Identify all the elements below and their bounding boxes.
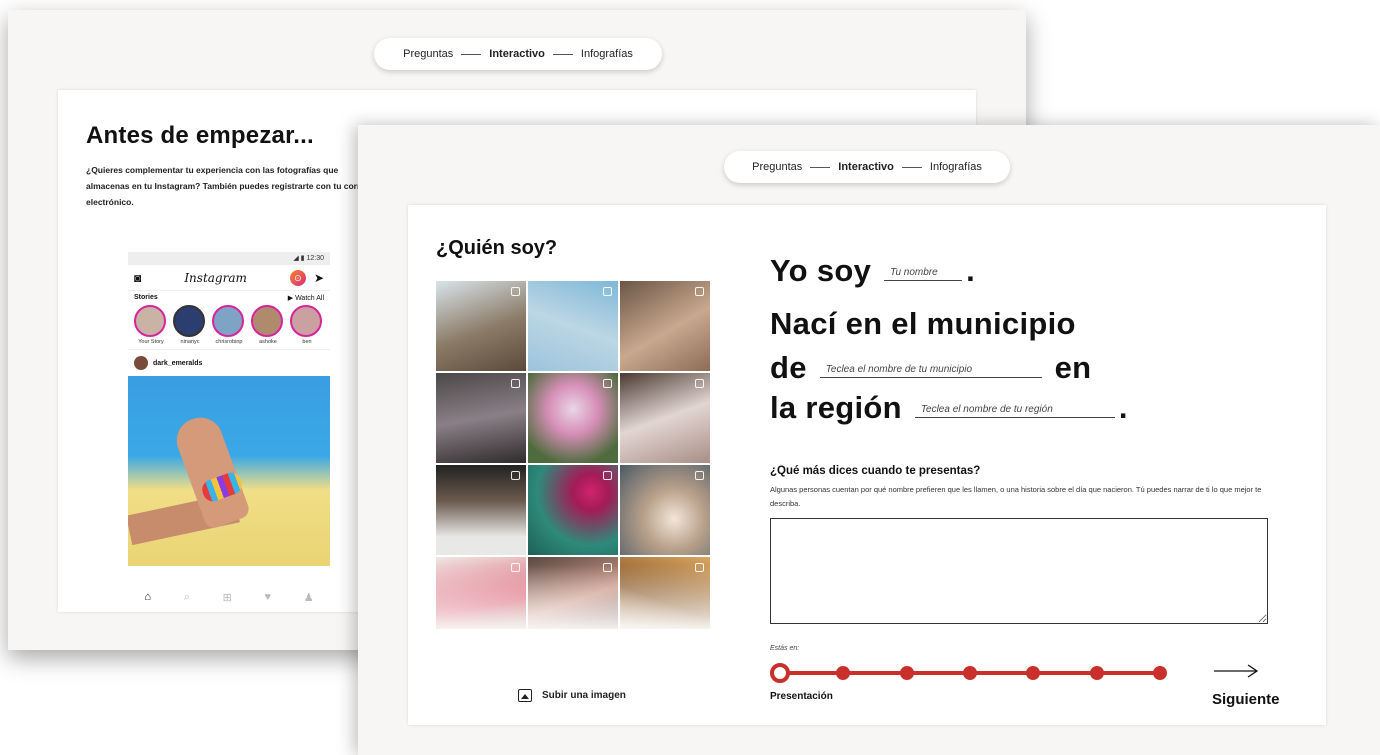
- igtv-icon: ⊙: [289, 269, 306, 286]
- progress-tracker: [770, 663, 1170, 683]
- photo-tile[interactable]: [436, 373, 526, 463]
- photo-tile[interactable]: [528, 465, 618, 555]
- progress-step[interactable]: [836, 666, 850, 680]
- nav-separator: [552, 53, 573, 55]
- instagram-header: ◙ Instagram ⊙ ➤: [128, 265, 330, 291]
- current-step-label: Presentación: [770, 691, 833, 702]
- image-icon: [518, 689, 532, 702]
- quien-soy-card: ¿Quién soy? Subir una imagen Yo soy Tu n…: [408, 205, 1326, 725]
- nav-separator: [461, 53, 482, 55]
- add-icon: ⊞: [222, 591, 232, 604]
- story-avatar: [212, 305, 244, 337]
- nav-preguntas[interactable]: Preguntas: [752, 161, 802, 173]
- grid-fade-overlay: [436, 565, 710, 635]
- text-de: de: [770, 350, 807, 385]
- instagram-logo: Instagram: [184, 270, 247, 285]
- progress-step-current[interactable]: [770, 663, 790, 683]
- home-icon: ⌂: [144, 591, 151, 603]
- municipio-input[interactable]: Teclea el nombre de tu municipio: [819, 364, 1042, 378]
- story-name: Your Story: [138, 339, 164, 345]
- foreground-window: Preguntas Interactivo Infografías ¿Quién…: [358, 125, 1380, 755]
- text-yo-soy: Yo soy: [770, 253, 872, 288]
- sentence-line-municipio: de Teclea el nombre de tu municipio en: [770, 348, 1091, 388]
- direct-message-icon: ➤: [313, 270, 324, 285]
- photo-tile[interactable]: [620, 465, 710, 555]
- page-title: Antes de empezar...: [86, 122, 314, 149]
- text-en: en: [1054, 350, 1092, 385]
- profile-icon: ♟: [303, 591, 314, 604]
- status-time: 12:30: [306, 255, 324, 262]
- story-item: Your Story: [134, 305, 168, 345]
- nav-interactivo[interactable]: Interactivo: [838, 161, 894, 173]
- photo-tile[interactable]: [620, 373, 710, 463]
- upload-label: Subir una imagen: [542, 690, 626, 701]
- story-avatar: [134, 305, 166, 337]
- story-item: chrisrobinp: [212, 305, 246, 345]
- progress-label: Estás en:: [770, 645, 800, 652]
- nav-interactivo[interactable]: Interactivo: [489, 48, 545, 60]
- nav-separator: [810, 166, 831, 168]
- photo-tile[interactable]: [620, 281, 710, 371]
- front-nav-pill: Preguntas Interactivo Infografías: [724, 151, 1010, 183]
- watch-all-link: ▶ Watch All: [287, 295, 324, 302]
- back-nav-pill: Preguntas Interactivo Infografías: [374, 38, 662, 70]
- stories-header: Stories ▶ Watch All: [128, 291, 330, 305]
- stories-row: Your Story ninanyc chrisrobinp ashoke be…: [128, 305, 330, 345]
- instagram-tab-bar: ⌂ ⌕ ⊞ ♥ ♟: [128, 584, 330, 610]
- progress-step[interactable]: [963, 666, 977, 680]
- text-period: .: [1118, 390, 1128, 425]
- search-icon: ⌕: [183, 590, 190, 603]
- arrow-right-icon[interactable]: [1212, 663, 1262, 679]
- next-button[interactable]: Siguiente: [1212, 691, 1280, 708]
- text-period: .: [966, 253, 975, 288]
- question-subtitle: Algunas personas cuentan por qué nombre …: [770, 485, 1262, 508]
- intro-text: ¿Quieres complementar tu experiencia con…: [86, 165, 371, 207]
- nav-infografias[interactable]: Infografías: [581, 48, 633, 60]
- story-name: ninanyc: [180, 339, 200, 345]
- post-header: dark_emeralds: [128, 349, 330, 376]
- progress-step[interactable]: [1026, 666, 1040, 680]
- heart-icon: ♥: [264, 591, 272, 603]
- story-name: ben: [302, 339, 312, 345]
- text-la-region: la región: [770, 390, 902, 425]
- stories-label: Stories: [134, 294, 158, 301]
- photo-tile[interactable]: [436, 281, 526, 371]
- nav-infografias[interactable]: Infografías: [930, 161, 982, 173]
- sentence-line-municipio-intro: Nací en el municipio: [770, 306, 1076, 341]
- upload-image-button[interactable]: Subir una imagen: [518, 689, 626, 702]
- post-username: dark_emeralds: [153, 359, 203, 367]
- camera-icon: ◙: [134, 270, 142, 285]
- nav-preguntas[interactable]: Preguntas: [403, 48, 453, 60]
- region-input[interactable]: Teclea el nombre de tu región: [914, 404, 1115, 418]
- instagram-phone-preview: ◢ ▮ 12:30 ◙ Instagram ⊙ ➤ Stories ▶ Watc…: [128, 252, 330, 610]
- sentence-line-name: Yo soy Tu nombre.: [770, 251, 975, 291]
- story-avatar: [251, 305, 283, 337]
- photo-tile[interactable]: [528, 373, 618, 463]
- progress-step[interactable]: [1090, 666, 1104, 680]
- name-input[interactable]: Tu nombre: [884, 267, 963, 281]
- story-item: ashoke: [251, 305, 285, 345]
- post-image: [128, 376, 330, 566]
- photo-tile[interactable]: [436, 465, 526, 555]
- presentation-textarea[interactable]: [770, 518, 1268, 624]
- photo-tile[interactable]: [528, 281, 618, 371]
- progress-step[interactable]: [1153, 666, 1167, 680]
- story-item: ben: [290, 305, 324, 345]
- phone-status-bar: ◢ ▮ 12:30: [128, 252, 330, 265]
- story-avatar: [173, 305, 205, 337]
- progress-step[interactable]: [900, 666, 914, 680]
- story-name: ashoke: [259, 339, 277, 345]
- story-name: chrisrobinp: [215, 339, 243, 345]
- page-title: ¿Quién soy?: [436, 237, 558, 259]
- question-title: ¿Qué más dices cuando te presentas?: [770, 465, 981, 477]
- sentence-line-region: la región Teclea el nombre de tu región.: [770, 388, 1128, 428]
- story-item: ninanyc: [173, 305, 207, 345]
- avatar: [134, 356, 148, 370]
- story-avatar: [290, 305, 322, 337]
- nav-separator: [901, 166, 922, 168]
